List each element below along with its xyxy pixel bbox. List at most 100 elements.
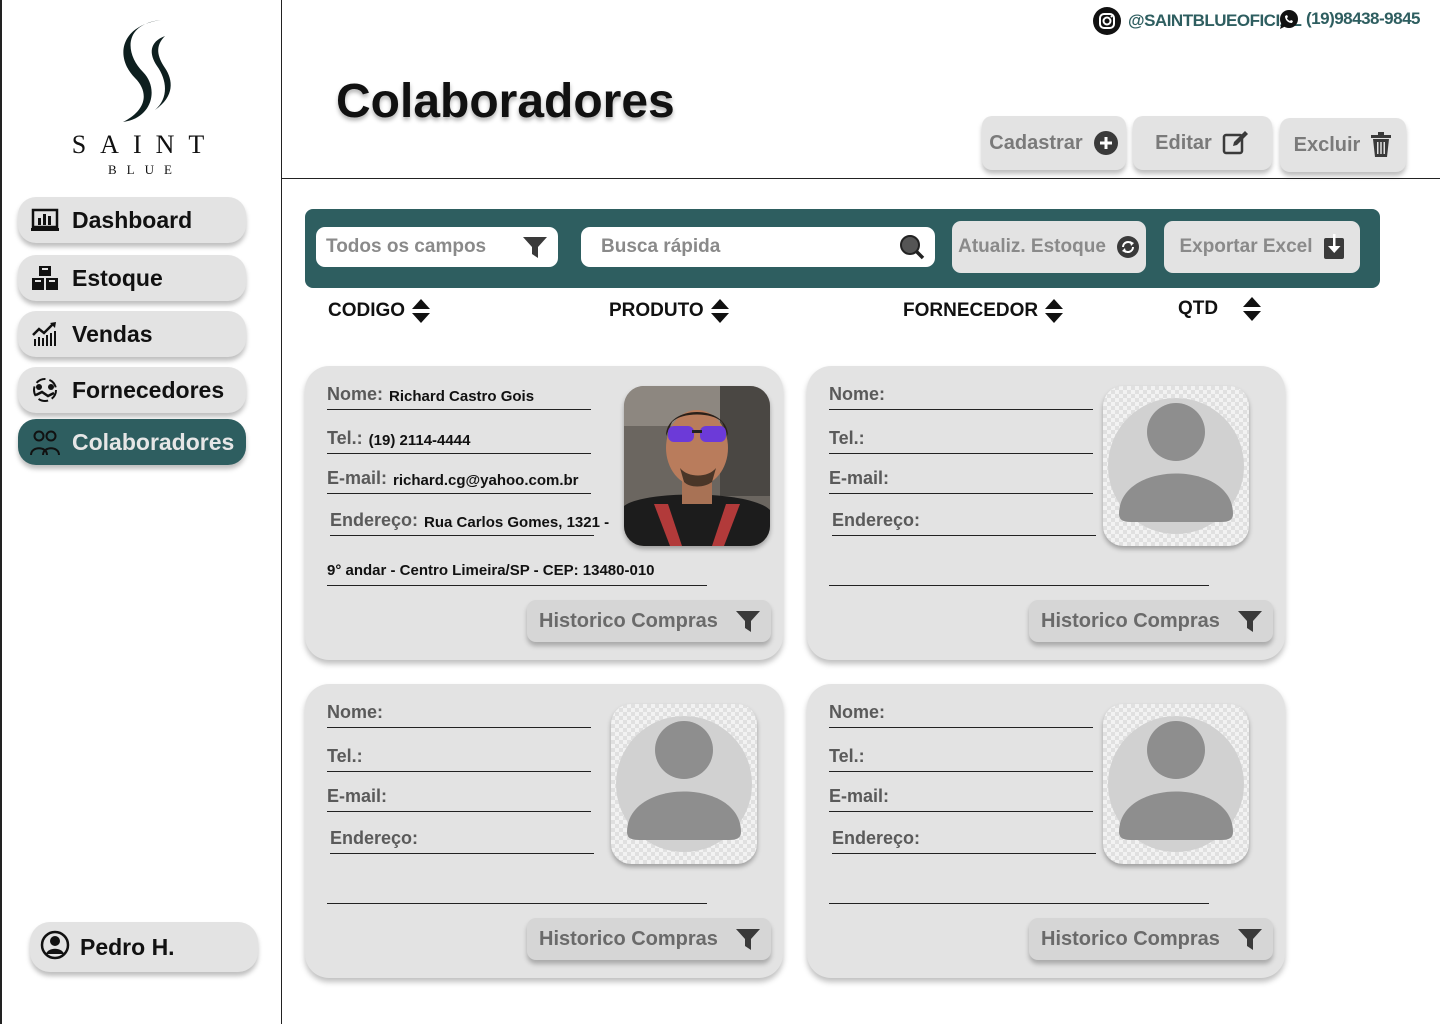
- address-line-2: [829, 876, 1209, 904]
- employee-card[interactable]: Nome: Richard Castro Gois Tel.: (19) 2114-…: [305, 366, 783, 660]
- whatsapp-link[interactable]: (19)98438-9845: [1278, 8, 1420, 30]
- trash-icon: [1371, 132, 1392, 157]
- address-line-2: [327, 876, 707, 904]
- add-button-label: Cadastrar: [989, 131, 1083, 154]
- search-icon: [900, 235, 925, 260]
- employee-card[interactable]: Nome: Tel.: E-mail: Endereço: Historico …: [807, 366, 1285, 660]
- delete-button[interactable]: Excluir: [1280, 118, 1406, 172]
- email-label: E-mail:: [829, 468, 890, 488]
- user-name: Pedro H.: [80, 933, 175, 960]
- employee-photo: [624, 386, 770, 546]
- export-excel-button[interactable]: Exportar Excel: [1164, 221, 1360, 273]
- history-label: Historico Compras: [539, 927, 718, 950]
- sort-icon: [710, 299, 729, 323]
- instagram-link[interactable]: @SAINTBLUEOFICIAL: [1092, 6, 1302, 36]
- field-address: Endereço: Rua Carlos Gomes, 1321 -: [330, 506, 609, 536]
- boxes-icon: [30, 263, 60, 293]
- bar-chart-icon: [30, 205, 60, 235]
- purchase-history-button[interactable]: Historico Compras: [527, 600, 771, 642]
- phone-label: Tel.:: [829, 746, 865, 766]
- handshake-icon: [30, 375, 60, 405]
- sidebar-item-label: Vendas: [72, 320, 153, 347]
- download-icon: [1323, 234, 1344, 259]
- update-stock-button[interactable]: Atualiz. Estoque: [952, 221, 1146, 273]
- sidebar-item-vendas[interactable]: Vendas: [18, 311, 246, 357]
- field-email: E-mail:: [829, 464, 1093, 494]
- address-label: Endereço:: [330, 828, 419, 848]
- employee-card[interactable]: Nome: Tel.: E-mail: Endereço: Historico …: [305, 684, 783, 978]
- column-label: QTD: [1178, 298, 1219, 319]
- email-label: E-mail:: [327, 786, 388, 806]
- sort-column-fornecedor[interactable]: FORNECEDOR: [903, 298, 1064, 324]
- user-placeholder-icon: [1108, 398, 1244, 534]
- field-phone: Tel.:: [327, 742, 591, 772]
- name-value: Richard Castro Gois: [389, 388, 535, 405]
- phone-value: (19) 2114-4444: [368, 432, 471, 449]
- field-address: Endereço:: [330, 824, 594, 854]
- address-label: Endereço:: [330, 510, 419, 530]
- page-title: Colaboradores: [336, 75, 675, 128]
- column-label: CODIGO: [328, 300, 406, 321]
- sidebar-item-dashboard[interactable]: Dashboard: [18, 197, 246, 243]
- whatsapp-icon: [1280, 10, 1298, 29]
- delete-button-label: Excluir: [1293, 133, 1361, 156]
- name-label: Nome:: [327, 384, 384, 404]
- employee-card[interactable]: Nome: Tel.: E-mail: Endereço: Historico …: [807, 684, 1285, 978]
- instagram-handle: @SAINTBLUEOFICIAL: [1128, 11, 1302, 30]
- filter-select-placeholder: Todos os campos: [326, 236, 487, 257]
- edit-button[interactable]: Editar: [1133, 116, 1272, 170]
- update-stock-label: Atualiz. Estoque: [958, 236, 1106, 257]
- filter-toolbar: Todos os campos Busca rápida Atualiz. Es…: [305, 209, 1380, 288]
- field-name: Nome:: [829, 698, 1093, 728]
- brand-name: SAINT: [71, 130, 219, 159]
- user-placeholder-icon: [616, 716, 752, 852]
- filter-icon: [736, 611, 760, 632]
- address-label: Endereço:: [832, 828, 921, 848]
- address-value: Rua Carlos Gomes, 1321 -: [424, 514, 610, 531]
- sort-column-codigo[interactable]: CODIGO: [328, 298, 431, 324]
- field-email: E-mail:: [829, 782, 1093, 812]
- sidebar-item-estoque[interactable]: Estoque: [18, 255, 246, 301]
- email-label: E-mail:: [829, 786, 890, 806]
- field-phone: Tel.:: [829, 742, 1093, 772]
- field-name: Nome: Richard Castro Gois: [327, 380, 591, 410]
- sidebar-item-colaboradores[interactable]: Colaboradores: [18, 419, 246, 465]
- user-profile-button[interactable]: Pedro H.: [30, 922, 258, 972]
- field-filter-select[interactable]: Todos os campos: [316, 227, 558, 267]
- sidebar-item-label: Estoque: [72, 264, 163, 291]
- field-email: E-mail:: [327, 782, 591, 812]
- filter-icon: [1238, 929, 1262, 950]
- sort-icon: [1243, 297, 1262, 321]
- sidebar-item-label: Fornecedores: [72, 376, 225, 403]
- sidebar-item-label: Colaboradores: [72, 428, 235, 455]
- field-name: Nome:: [327, 698, 591, 728]
- add-button[interactable]: Cadastrar: [982, 116, 1126, 170]
- export-excel-label: Exportar Excel: [1179, 236, 1313, 257]
- plus-circle-icon: [1093, 131, 1118, 155]
- search-input[interactable]: Busca rápida: [581, 227, 935, 267]
- user-placeholder-icon: [1108, 716, 1244, 852]
- sort-icon: [412, 299, 431, 323]
- email-value: richard.cg@yahoo.com.br: [393, 472, 579, 489]
- purchase-history-button[interactable]: Historico Compras: [1029, 918, 1273, 960]
- history-label: Historico Compras: [539, 609, 718, 632]
- filter-icon: [1238, 611, 1262, 632]
- sort-column-qtd[interactable]: QTD: [1178, 296, 1262, 322]
- name-label: Nome:: [327, 702, 384, 722]
- sort-column-produto[interactable]: PRODUTO: [609, 298, 730, 324]
- phone-label: Tel.:: [829, 428, 865, 448]
- avatar-placeholder: [1103, 386, 1249, 546]
- sidebar-item-label: Dashboard: [72, 206, 193, 233]
- sidebar-item-fornecedores[interactable]: Fornecedores: [18, 367, 246, 413]
- refresh-icon: [1116, 236, 1139, 258]
- header-divider: [282, 178, 1440, 179]
- field-address: Endereço:: [832, 506, 1096, 536]
- edit-button-label: Editar: [1155, 131, 1212, 154]
- edit-icon: [1222, 131, 1248, 155]
- purchase-history-button[interactable]: Historico Compras: [1029, 600, 1273, 642]
- purchase-history-button[interactable]: Historico Compras: [527, 918, 771, 960]
- whatsapp-number: (19)98438-9845: [1306, 9, 1420, 28]
- team-icon: [30, 427, 60, 457]
- avatar-placeholder: [611, 704, 757, 864]
- phone-label: Tel.:: [327, 746, 363, 766]
